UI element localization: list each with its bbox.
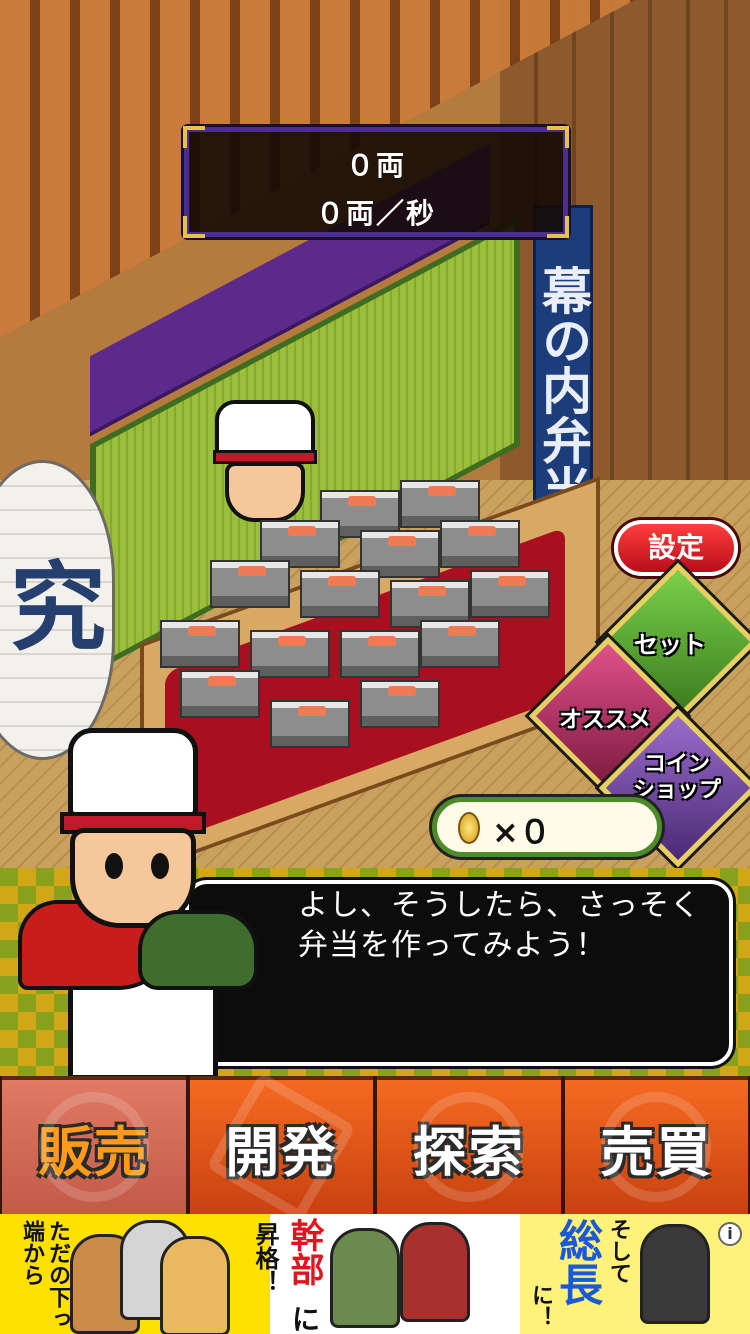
bento-box bbox=[180, 670, 260, 718]
bento-box bbox=[360, 680, 440, 728]
ad-character bbox=[400, 1222, 470, 1322]
coin-shop-button-label: コイン ショップ bbox=[632, 752, 721, 803]
ad-mid-text-2: に bbox=[292, 1303, 321, 1334]
bottom-tab-bar: 販売 開発 探索 売買 bbox=[0, 1071, 750, 1223]
ad-mid-text-3: 昇格！ bbox=[251, 1222, 279, 1294]
bento-box bbox=[440, 520, 520, 568]
trade-cycle-icon bbox=[601, 1092, 712, 1202]
shop-icon bbox=[38, 1092, 149, 1202]
dialog-line-1: よし、そうしたら、さっそく bbox=[298, 888, 701, 923]
ad-character bbox=[330, 1228, 400, 1328]
chef-eye bbox=[151, 853, 169, 879]
ad-info-icon[interactable]: i bbox=[718, 1222, 742, 1246]
tab-trade[interactable]: 売買 bbox=[564, 1076, 748, 1214]
bento-box bbox=[250, 630, 330, 678]
coin-count: ×０ bbox=[492, 813, 551, 851]
ad-character bbox=[640, 1224, 710, 1324]
bento-box bbox=[270, 700, 350, 748]
ad-right-text-3: に！ bbox=[528, 1284, 553, 1328]
chef-character bbox=[8, 720, 258, 1080]
tab-develop[interactable]: 開発 bbox=[189, 1071, 373, 1223]
ad-mid-text-1: 幹部 bbox=[284, 1218, 324, 1286]
ad-banner[interactable]: ただの下っ端から 幹部 に 昇格！ そして 総長 に！ i bbox=[0, 1214, 750, 1334]
ad-left-text: ただの下っ端から bbox=[19, 1220, 70, 1330]
money-per-second: ０両／秒 bbox=[315, 197, 436, 230]
chef-hat bbox=[68, 728, 198, 818]
tab-sales[interactable]: 販売 bbox=[2, 1076, 186, 1214]
sparkle-icon bbox=[206, 1071, 357, 1223]
ad-right-text-2: 総長 bbox=[551, 1218, 602, 1306]
set-button-label: セット bbox=[634, 631, 706, 659]
bento-box bbox=[210, 560, 290, 608]
dialog-line-2: 弁当を作ってみよう！ bbox=[298, 928, 607, 963]
runner-icon bbox=[413, 1092, 524, 1202]
lantern-text: 究 bbox=[10, 551, 106, 664]
coin-icon bbox=[458, 812, 480, 844]
bento-box bbox=[300, 570, 380, 618]
bento-box bbox=[470, 570, 550, 618]
furoshiki-bundle bbox=[138, 910, 258, 990]
bento-box bbox=[420, 620, 500, 668]
dialog-text: よし、そうしたら、さっそく 弁当を作ってみよう！ bbox=[298, 886, 728, 966]
chef-eye bbox=[105, 853, 123, 879]
money-display: ０両 ０両／秒 bbox=[183, 126, 569, 238]
ad-character bbox=[160, 1236, 230, 1334]
total-money: ０両 bbox=[345, 149, 406, 182]
bento-box bbox=[340, 630, 420, 678]
recommend-button-label: オススメ bbox=[559, 707, 651, 733]
bento-box bbox=[160, 620, 240, 668]
tab-explore[interactable]: 探索 bbox=[377, 1076, 561, 1214]
ad-right-text-1: そして bbox=[606, 1218, 631, 1284]
